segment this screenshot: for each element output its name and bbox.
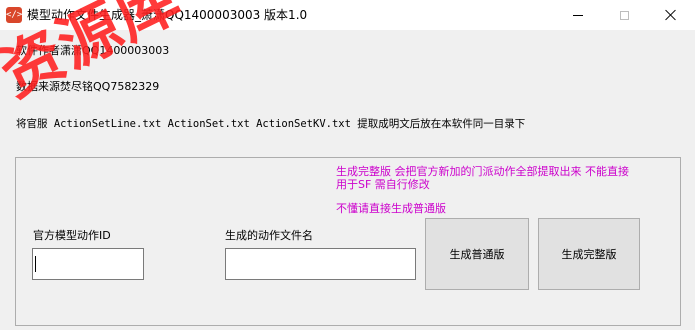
close-icon: [665, 9, 677, 21]
full-version-note: 生成完整版 会把官方新加的门派动作全部提取出来 不能直接用于SF 需自行修改: [336, 165, 629, 191]
data-source-label: 数据来源焚尽铭QQ7582329: [16, 80, 160, 93]
maximize-button[interactable]: [601, 0, 647, 30]
text-caret: [35, 256, 36, 272]
file-name-label: 生成的动作文件名: [225, 229, 313, 242]
generate-normal-button[interactable]: 生成普通版: [425, 218, 529, 290]
main-window: </> 模型动作文件生成器_萧潇QQ1400003003 版本1.0 软件作者潇…: [0, 0, 695, 330]
code-icon: </>: [6, 7, 22, 23]
close-button[interactable]: [648, 0, 694, 30]
instruction-label: 将官服 ActionSetLine.txt ActionSet.txt Acti…: [16, 118, 526, 130]
file-name-input[interactable]: [225, 248, 416, 280]
minimize-button[interactable]: [555, 0, 601, 30]
generate-full-button[interactable]: 生成完整版: [538, 218, 640, 290]
maximize-icon: [619, 10, 629, 20]
model-id-input[interactable]: [32, 248, 144, 280]
model-id-label: 官方模型动作ID: [33, 229, 111, 242]
normal-version-note: 不懂请直接生成普通版: [336, 202, 446, 215]
title-bar[interactable]: </> 模型动作文件生成器_萧潇QQ1400003003 版本1.0: [0, 0, 695, 30]
window-title: 模型动作文件生成器_萧潇QQ1400003003 版本1.0: [27, 8, 308, 22]
minimize-icon: [573, 14, 583, 16]
author-label: 软件作者潇潇QQ1400003003: [16, 44, 170, 57]
